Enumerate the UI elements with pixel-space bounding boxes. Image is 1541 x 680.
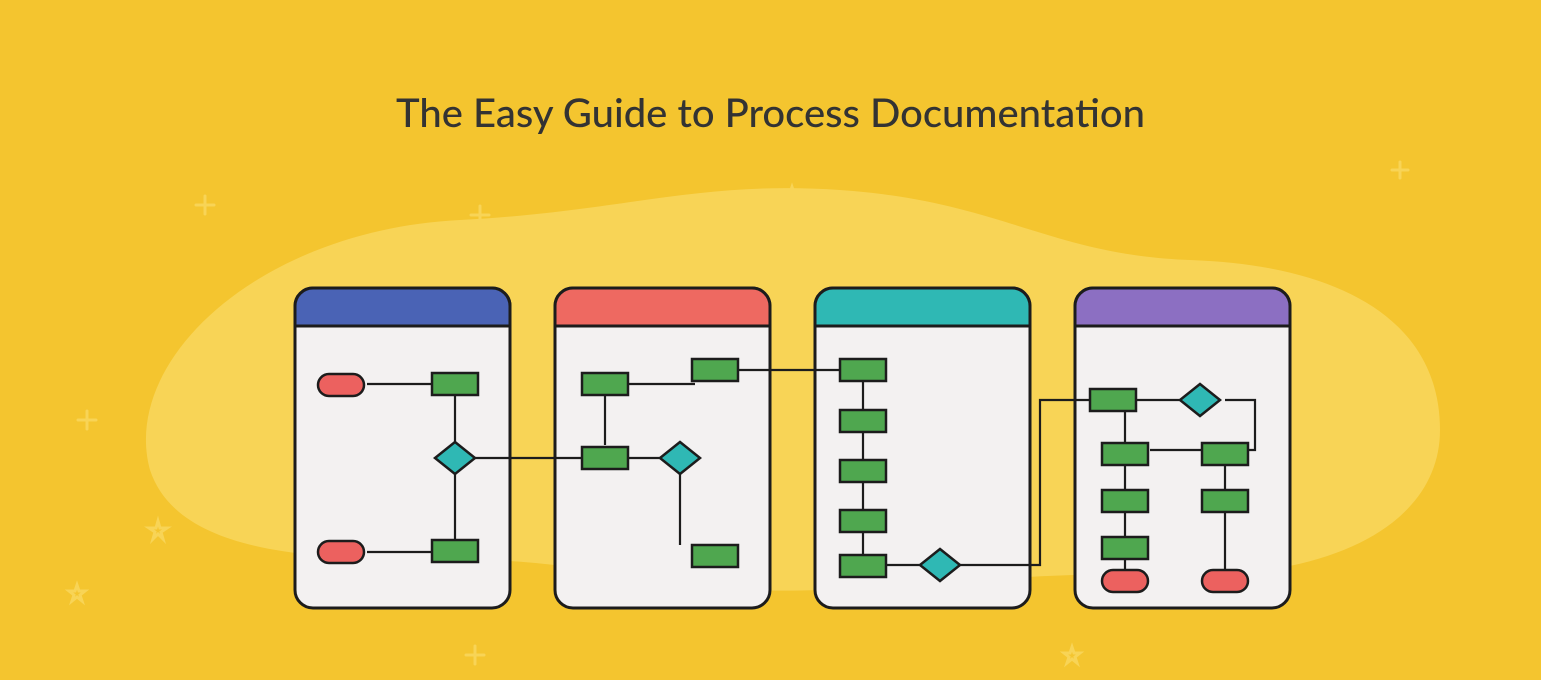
process [1090,389,1136,411]
process [840,359,886,381]
process [692,545,738,567]
process [1102,490,1148,512]
process [582,373,628,395]
process [1102,443,1148,465]
terminator [318,541,364,563]
process [840,555,886,577]
star-icon [149,521,167,539]
terminator [1202,570,1248,592]
process [840,510,886,532]
process [432,540,478,562]
plus-icon [196,196,214,214]
star-icon [69,585,85,601]
process [1202,443,1248,465]
terminator [318,374,364,396]
process [432,373,478,395]
plus-icon [466,646,484,664]
star-icon [1064,647,1080,663]
process [840,410,886,432]
illustration [0,0,1541,680]
hero-banner: The Easy Guide to Process Documentation [0,0,1541,680]
process [582,447,628,469]
terminator [1102,570,1148,592]
process [1202,490,1248,512]
process [840,460,886,482]
plus-icon [1392,162,1408,178]
process [692,359,738,381]
plus-icon [78,411,96,429]
process [1102,537,1148,559]
